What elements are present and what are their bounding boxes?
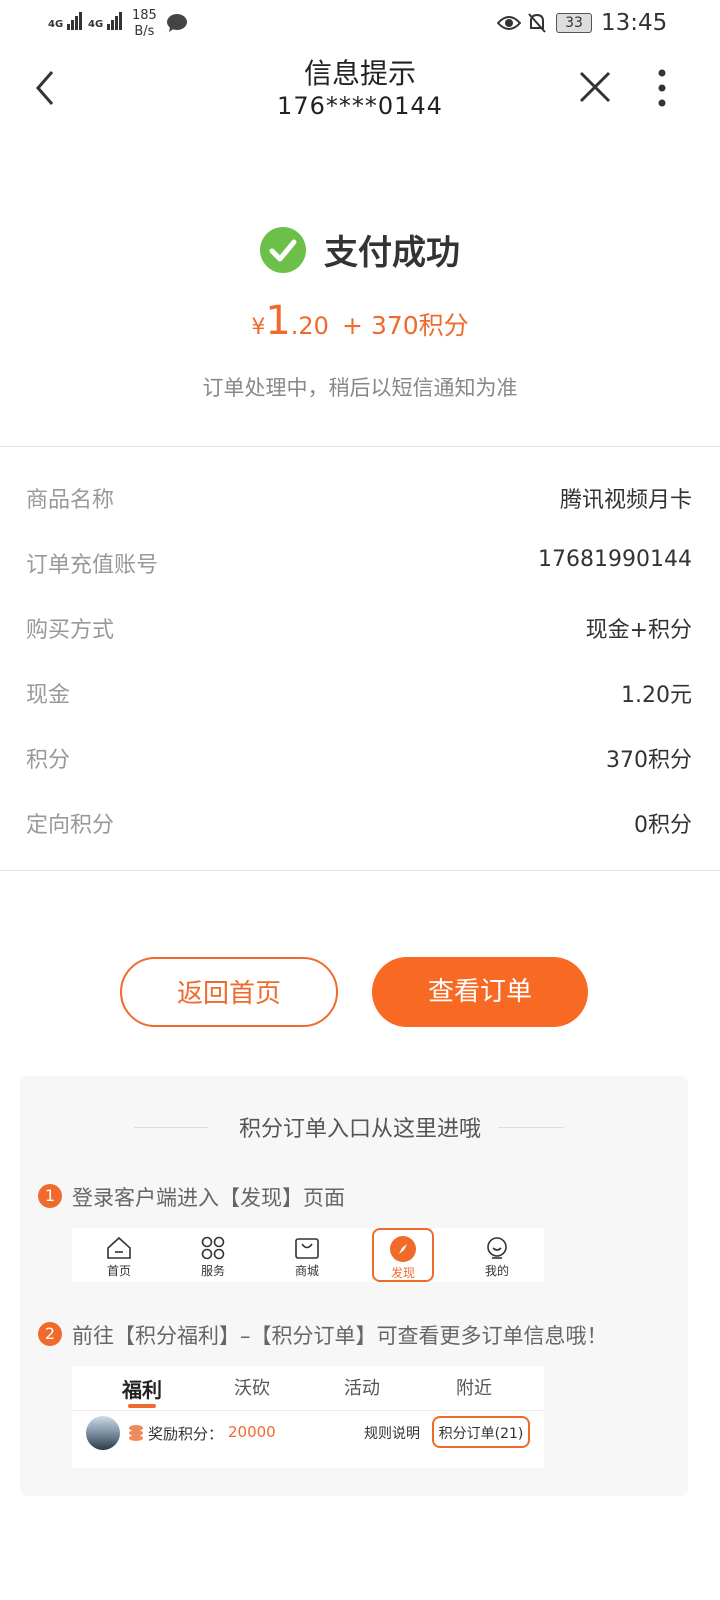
bag-icon [295,1238,319,1259]
battery-icon: 33 [556,13,592,33]
payment-status: 支付成功 [0,225,720,274]
close-icon[interactable] [578,70,612,104]
grid-icon [201,1236,225,1260]
welfare-tab: 附近 [456,1378,492,1399]
example-tabbar: 首页 服务 商城 发现 我的 [72,1228,544,1282]
eye-icon [497,16,521,30]
points-value: 20000 [228,1423,276,1441]
check-circle-icon [260,226,306,273]
status-bar: 4G 4G 185 B/s 33 13:45 [0,0,720,50]
welfare-tab: 活动 [344,1378,380,1399]
example-welfare-panel: 福利 沃砍 活动 附近 奖励积分： 20000 规则说明 积分订单(21) [72,1366,544,1468]
page-title: 信息提示 [303,57,416,90]
step-text: 前往【积分福利】–【积分订单】可查看更多订单信息哦！ [72,1324,608,1348]
tab-discover: 发现 [372,1228,434,1282]
processing-note: 订单处理中，稍后以短信通知为准 [202,376,518,400]
avatar [86,1416,120,1450]
divider [498,1127,564,1128]
paid-amount: ¥1.20 + 370积分 [251,298,469,344]
welfare-tab: 福利 [122,1378,162,1402]
welfare-tab: 沃砍 [234,1378,270,1399]
rules-link: 规则说明 [364,1426,420,1442]
guide-title: 积分订单入口从这里进哦 [238,1117,481,1142]
divider [0,870,720,871]
view-order-button[interactable]: 查看订单 [372,957,588,1027]
tab-mine: 我的 [450,1228,544,1282]
points-orders-link: 积分订单(21) [432,1416,530,1448]
page-subtitle: 176****0144 [277,92,443,120]
signal-2: 4G [88,12,123,30]
tab-mall: 商城 [260,1228,354,1282]
back-home-button[interactable]: 返回首页 [120,957,338,1027]
detail-row: 订单充值账号 17681990144 [26,547,692,578]
tab-service: 服务 [166,1228,260,1282]
clock: 13:45 [601,10,668,36]
step-text: 登录客户端进入【发现】页面 [72,1186,345,1210]
divider [72,1410,544,1411]
status-text: 支付成功 [324,233,460,273]
detail-row: 现金 1.20元 [26,683,692,708]
signal-bars-icon [106,12,123,30]
detail-row: 商品名称 腾讯视频月卡 [26,488,692,513]
step-badge: 1 [38,1184,62,1208]
mute-bell-icon [528,13,546,33]
points-label: 奖励积分： [148,1425,224,1443]
compass-icon [390,1236,416,1262]
tab-home: 首页 [72,1228,166,1282]
points-amount: + 370积分 [342,311,469,340]
signal-bars-icon [66,12,83,30]
profile-icon [487,1237,507,1259]
step-badge: 2 [38,1322,62,1346]
divider [0,446,720,447]
tab-indicator [128,1404,156,1408]
signal-1: 4G [48,12,83,30]
more-icon[interactable] [655,68,669,108]
detail-row: 购买方式 现金+积分 [26,618,692,643]
home-icon [107,1236,131,1259]
chat-icon [167,14,187,32]
net-speed: 185 B/s [132,8,157,39]
detail-row: 定向积分 0积分 [26,813,692,838]
coins-icon [129,1425,143,1441]
detail-row: 积分 370积分 [26,748,692,773]
